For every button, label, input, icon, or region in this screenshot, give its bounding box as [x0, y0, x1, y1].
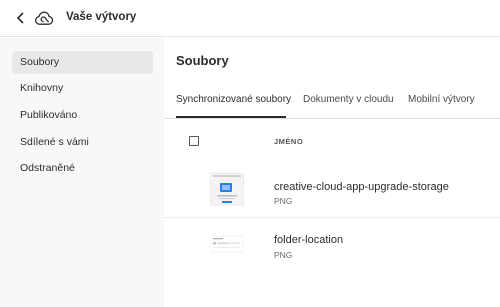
file-name[interactable]: creative-cloud-app-upgrade-storage [274, 181, 449, 193]
sidebar-item-knihovny[interactable]: Knihovny [12, 77, 153, 100]
tab-cloud-documents[interactable]: Dokumenty v cloudu [303, 94, 394, 105]
file-type: PNG [274, 196, 293, 206]
active-tab-indicator [176, 116, 286, 118]
tab-synchronized-files[interactable]: Synchronizované soubory [176, 94, 291, 105]
table-header: JMÉNO [164, 120, 500, 164]
file-thumbnail [210, 172, 244, 206]
creative-cloud-logo-icon[interactable] [34, 9, 54, 27]
sidebar-item-soubory[interactable]: Soubory [12, 51, 153, 74]
sidebar-item-odstranene[interactable]: Odstraněné [12, 157, 153, 180]
file-type: PNG [274, 250, 293, 260]
table-row[interactable]: folder-location PNG [164, 218, 500, 272]
page-title: Soubory [176, 53, 229, 68]
chevron-left-icon[interactable] [13, 10, 27, 26]
app-title: Vaše výtvory [66, 11, 137, 23]
top-bar: Vaše výtvory [0, 0, 500, 37]
table-row[interactable]: creative-cloud-app-upgrade-storage PNG [164, 164, 500, 218]
sidebar-item-sdilene[interactable]: Sdílené s vámi [12, 131, 153, 154]
column-header-name[interactable]: JMÉNO [274, 137, 303, 146]
sidebar-item-publikovano[interactable]: Publikováno [12, 104, 153, 127]
select-all-checkbox[interactable] [189, 136, 199, 146]
tab-bar: Synchronizované soubory Dokumenty v clou… [164, 87, 500, 119]
file-name[interactable]: folder-location [274, 234, 343, 246]
file-thumbnail [210, 235, 244, 253]
tab-mobile-creations[interactable]: Mobilní výtvory [408, 94, 475, 105]
sidebar: Soubory Knihovny Publikováno Sdílené s v… [0, 38, 164, 307]
main-content: Soubory Synchronizované soubory Dokument… [164, 38, 500, 307]
